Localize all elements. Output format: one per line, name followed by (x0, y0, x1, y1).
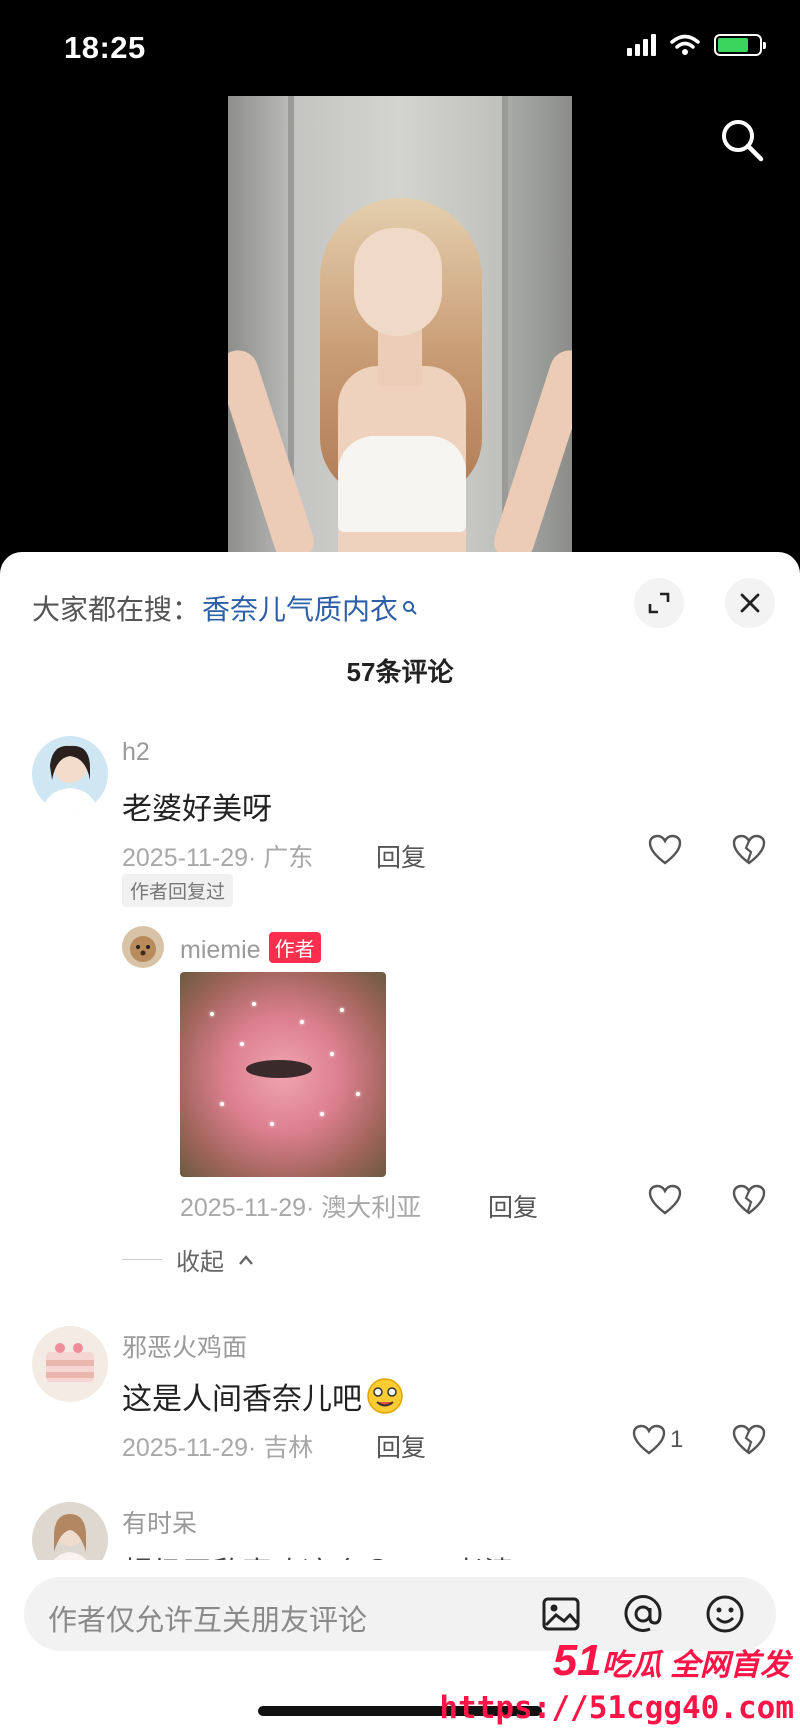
reply-avatar[interactable] (122, 926, 164, 968)
search-icon[interactable] (718, 116, 766, 164)
close-icon (740, 593, 760, 613)
close-button[interactable] (725, 578, 775, 628)
avatar[interactable] (32, 1326, 108, 1402)
video-player[interactable] (228, 96, 572, 556)
collapse-replies-button[interactable]: 收起 (122, 1242, 254, 1277)
watermark: 51吃瓜 全网首发 https://51cgg40.com (439, 1636, 800, 1733)
comment-input-placeholder: 作者仅允许互关朋友评论 (48, 1605, 368, 1637)
emoji-sticker-icon (367, 1378, 403, 1414)
reply-image[interactable] (180, 972, 386, 1177)
collapse-label: 收起 (176, 1249, 224, 1276)
comment-date-location: 2025-11-29· 广东 (122, 844, 314, 872)
like-button[interactable] (648, 834, 682, 866)
status-bar: 18:25 (0, 0, 800, 95)
avatar[interactable] (32, 736, 108, 812)
comment-sheet: 大家都在搜： 香奈儿气质内衣 57条评论 h2 老婆好美呀 2025-11-29… (0, 552, 800, 1733)
reply-username[interactable]: miemie 作者 (180, 932, 321, 965)
reply-date-location: 2025-11-29· 澳大利亚 (180, 1194, 422, 1222)
heart-icon (648, 1184, 682, 1215)
expand-button[interactable] (634, 578, 684, 628)
hot-search-bar[interactable]: 大家都在搜： 香奈儿气质内衣 (32, 588, 418, 628)
like-button[interactable] (648, 1184, 682, 1216)
at-icon[interactable] (622, 1593, 664, 1635)
emoji-icon[interactable] (704, 1593, 746, 1635)
comment-count-title: 57条评论 (346, 657, 454, 687)
reply-button[interactable]: 回复 (488, 1188, 538, 1224)
image-icon[interactable] (540, 1593, 582, 1635)
heart-icon (648, 834, 682, 865)
comment-text: 这是人间香奈儿吧 (122, 1374, 404, 1418)
author-badge: 作者 (268, 932, 321, 963)
watermark-brand: 51吃瓜 全网首发 (552, 1636, 790, 1685)
comment-username[interactable]: 有时呆 (122, 1504, 197, 1540)
status-time: 18:25 (64, 30, 146, 65)
comment-date-location: 2025-11-29· 吉林 (122, 1434, 314, 1462)
broken-heart-icon[interactable] (732, 1184, 766, 1216)
chevron-up-icon (239, 1254, 253, 1265)
comment-username[interactable]: 邪恶火鸡面 (122, 1328, 247, 1364)
hot-search-prefix: 大家都在搜： (32, 594, 201, 625)
watermark-url: https://51cgg40.com (439, 1690, 794, 1726)
expand-icon (648, 592, 670, 614)
like-button[interactable]: 1 (632, 1424, 683, 1456)
status-icons (627, 34, 766, 56)
signal-icon (627, 34, 656, 56)
comment-username[interactable]: h2 (122, 738, 150, 767)
author-replied-tag: 作者回复过 (122, 874, 234, 907)
wifi-icon (670, 34, 700, 55)
reply-button[interactable]: 回复 (376, 1428, 426, 1464)
heart-icon (632, 1424, 666, 1455)
hot-search-keyword[interactable]: 香奈儿气质内衣 (202, 588, 398, 628)
battery-icon (714, 34, 766, 56)
broken-heart-icon[interactable] (732, 1424, 766, 1456)
reply-button[interactable]: 回复 (376, 838, 426, 874)
small-search-icon (403, 601, 417, 615)
broken-heart-icon[interactable] (732, 834, 766, 866)
comment-text: 老婆好美呀 (122, 793, 272, 826)
like-count: 1 (670, 1426, 684, 1453)
